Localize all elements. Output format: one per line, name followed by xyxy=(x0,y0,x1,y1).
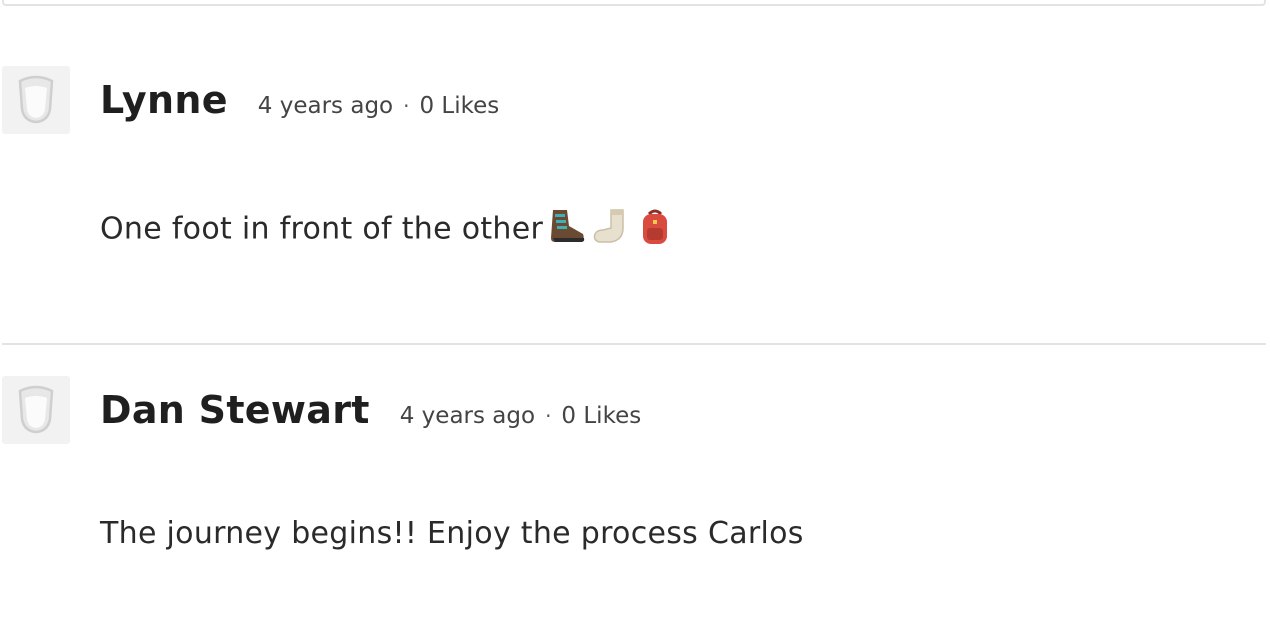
hiking-boot-icon xyxy=(547,206,587,254)
avatar[interactable] xyxy=(2,66,70,134)
comment-author[interactable]: Dan Stewart xyxy=(100,388,370,432)
comment-text-content: One foot in front of the other xyxy=(100,211,544,247)
comments-page: Lynne 4 years ago · 0 Likes One foot in … xyxy=(0,0,1270,622)
comment-text-content: The journey begins!! Enjoy the process C… xyxy=(100,516,804,551)
comment-likes[interactable]: 0 Likes xyxy=(419,93,499,119)
meta-separator: · xyxy=(545,404,552,428)
comment-time: 4 years ago xyxy=(399,403,536,429)
comment-author[interactable]: Lynne xyxy=(100,78,228,122)
sock-icon xyxy=(591,206,631,254)
comment-time: 4 years ago xyxy=(257,93,394,119)
avatar[interactable] xyxy=(2,376,70,444)
meta-separator: · xyxy=(403,94,410,118)
backpack-icon xyxy=(635,206,675,254)
comment-text: The journey begins!! Enjoy the process C… xyxy=(100,516,804,551)
comment-header: Dan Stewart 4 years ago · 0 Likes xyxy=(100,388,641,432)
comment-text: One foot in front of the other xyxy=(100,206,675,254)
comment-likes[interactable]: 0 Likes xyxy=(561,403,641,429)
comment-divider xyxy=(2,343,1266,345)
comment-input-box[interactable] xyxy=(2,0,1266,6)
default-avatar-icon xyxy=(18,75,54,124)
comment-header: Lynne 4 years ago · 0 Likes xyxy=(100,78,499,122)
default-avatar-icon xyxy=(18,385,54,434)
